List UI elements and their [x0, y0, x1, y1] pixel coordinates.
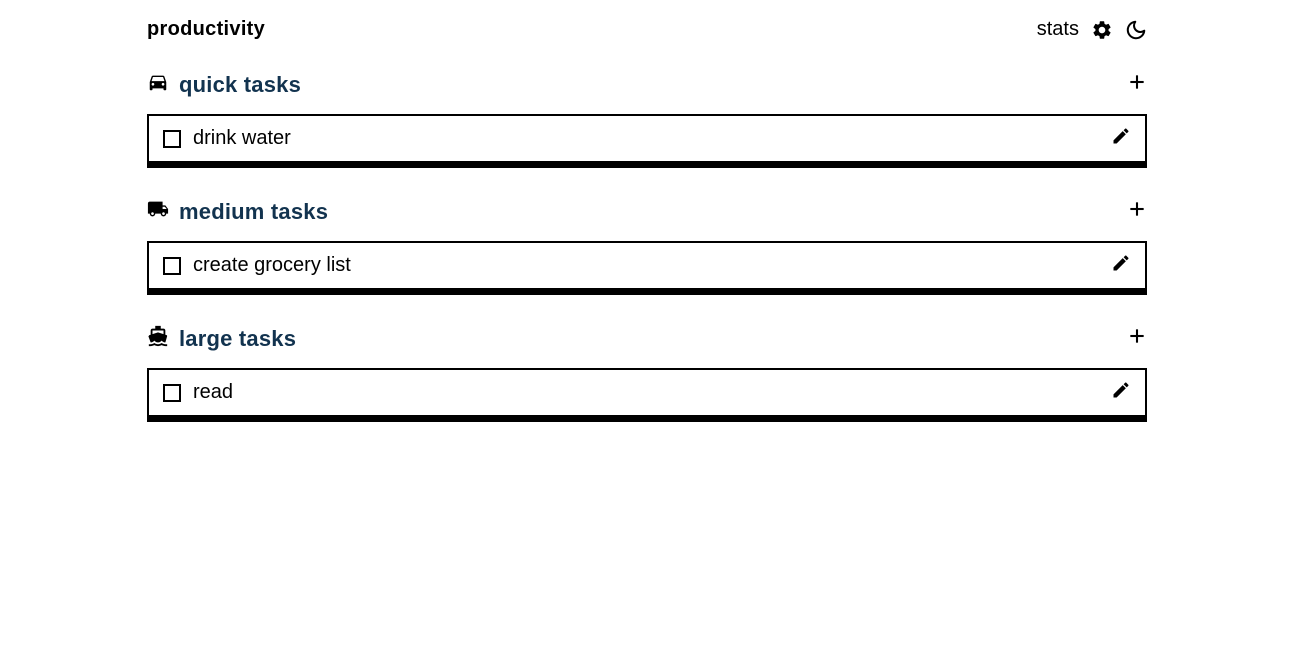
task-checkbox[interactable]: [163, 384, 181, 402]
task-left: read: [163, 381, 233, 404]
section-title: large tasks: [179, 326, 296, 352]
section-header-quick: quick tasks: [147, 71, 1147, 98]
task-item: create grocery list: [147, 241, 1147, 295]
task-checkbox[interactable]: [163, 130, 181, 148]
edit-task-button[interactable]: [1111, 380, 1131, 405]
task-left: drink water: [163, 127, 291, 150]
section-header-medium: medium tasks: [147, 198, 1147, 225]
add-task-button-quick[interactable]: [1127, 72, 1147, 97]
task-checkbox[interactable]: [163, 257, 181, 275]
app-title: productivity: [147, 18, 265, 41]
section-title-wrap: medium tasks: [147, 198, 328, 225]
task-text: read: [193, 381, 233, 404]
moon-icon[interactable]: [1125, 19, 1147, 41]
section-title-wrap: quick tasks: [147, 71, 301, 98]
stats-link[interactable]: stats: [1037, 18, 1079, 41]
section-medium-tasks: medium tasks create grocery list: [147, 198, 1147, 295]
add-task-button-large[interactable]: [1127, 326, 1147, 351]
section-title: quick tasks: [179, 72, 301, 98]
truck-icon: [147, 198, 169, 225]
header-actions: stats: [1037, 18, 1147, 41]
edit-task-button[interactable]: [1111, 253, 1131, 278]
section-large-tasks: large tasks read: [147, 325, 1147, 422]
task-left: create grocery list: [163, 254, 351, 277]
section-title: medium tasks: [179, 199, 328, 225]
add-task-button-medium[interactable]: [1127, 199, 1147, 224]
section-header-large: large tasks: [147, 325, 1147, 352]
gear-icon[interactable]: [1091, 19, 1113, 41]
task-text: drink water: [193, 127, 291, 150]
section-quick-tasks: quick tasks drink water: [147, 71, 1147, 168]
ship-icon: [147, 325, 169, 352]
car-icon: [147, 71, 169, 98]
app-header: productivity stats: [147, 18, 1147, 41]
task-item: drink water: [147, 114, 1147, 168]
task-text: create grocery list: [193, 254, 351, 277]
edit-task-button[interactable]: [1111, 126, 1131, 151]
task-item: read: [147, 368, 1147, 422]
section-title-wrap: large tasks: [147, 325, 296, 352]
